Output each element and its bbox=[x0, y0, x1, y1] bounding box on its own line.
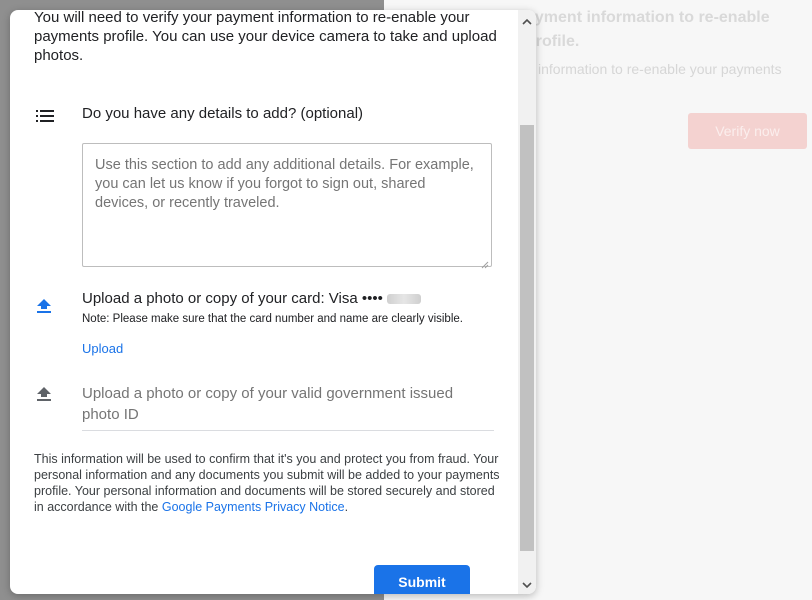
scroll-up-arrow-icon[interactable] bbox=[521, 15, 533, 27]
upload-arrow-icon bbox=[36, 298, 52, 319]
list-icon bbox=[36, 109, 54, 127]
dialog-scrollbar[interactable] bbox=[518, 10, 536, 594]
privacy-notice-link[interactable]: Google Payments Privacy Notice bbox=[162, 500, 345, 514]
details-heading: Do you have any details to add? (optiona… bbox=[82, 105, 364, 122]
upload-arrow-icon bbox=[36, 386, 52, 407]
details-placeholder: Use this section to add any additional d… bbox=[95, 157, 474, 211]
disclaimer-end: . bbox=[344, 500, 349, 514]
intro-text: You will need to verify your payment inf… bbox=[34, 10, 497, 64]
background-title: ayment information to re-enable profile. bbox=[526, 9, 770, 50]
background-subtitle: information to re-enable your payments bbox=[538, 61, 782, 77]
scroll-down-arrow-icon[interactable] bbox=[521, 578, 533, 590]
redacted-digits bbox=[386, 294, 421, 305]
card-upload-title-text: Upload a photo or copy of your card: Vis… bbox=[82, 290, 362, 307]
dialog-scroll-content[interactable]: You will need to verify your payment inf… bbox=[10, 10, 518, 594]
submit-button[interactable]: Submit bbox=[374, 565, 470, 594]
card-upload-note: Note: Please make sure that the card num… bbox=[82, 313, 463, 325]
upload-card-link[interactable]: Upload bbox=[82, 341, 123, 356]
id-upload-title[interactable]: Upload a photo or copy of your valid gov… bbox=[82, 383, 494, 425]
masked-card-digits: •••• bbox=[361, 290, 383, 307]
verify-now-button[interactable]: Verify now bbox=[688, 113, 807, 149]
id-upload-divider bbox=[82, 430, 494, 431]
card-upload-title: Upload a photo or copy of your card: Vis… bbox=[82, 290, 421, 307]
verify-payment-dialog: You will need to verify your payment inf… bbox=[10, 10, 536, 594]
privacy-disclaimer: This information will be used to confirm… bbox=[34, 451, 504, 515]
details-textarea[interactable]: Use this section to add any additional d… bbox=[82, 143, 492, 269]
scrollbar-thumb[interactable] bbox=[520, 125, 534, 551]
resize-grip-icon[interactable] bbox=[481, 256, 489, 269]
